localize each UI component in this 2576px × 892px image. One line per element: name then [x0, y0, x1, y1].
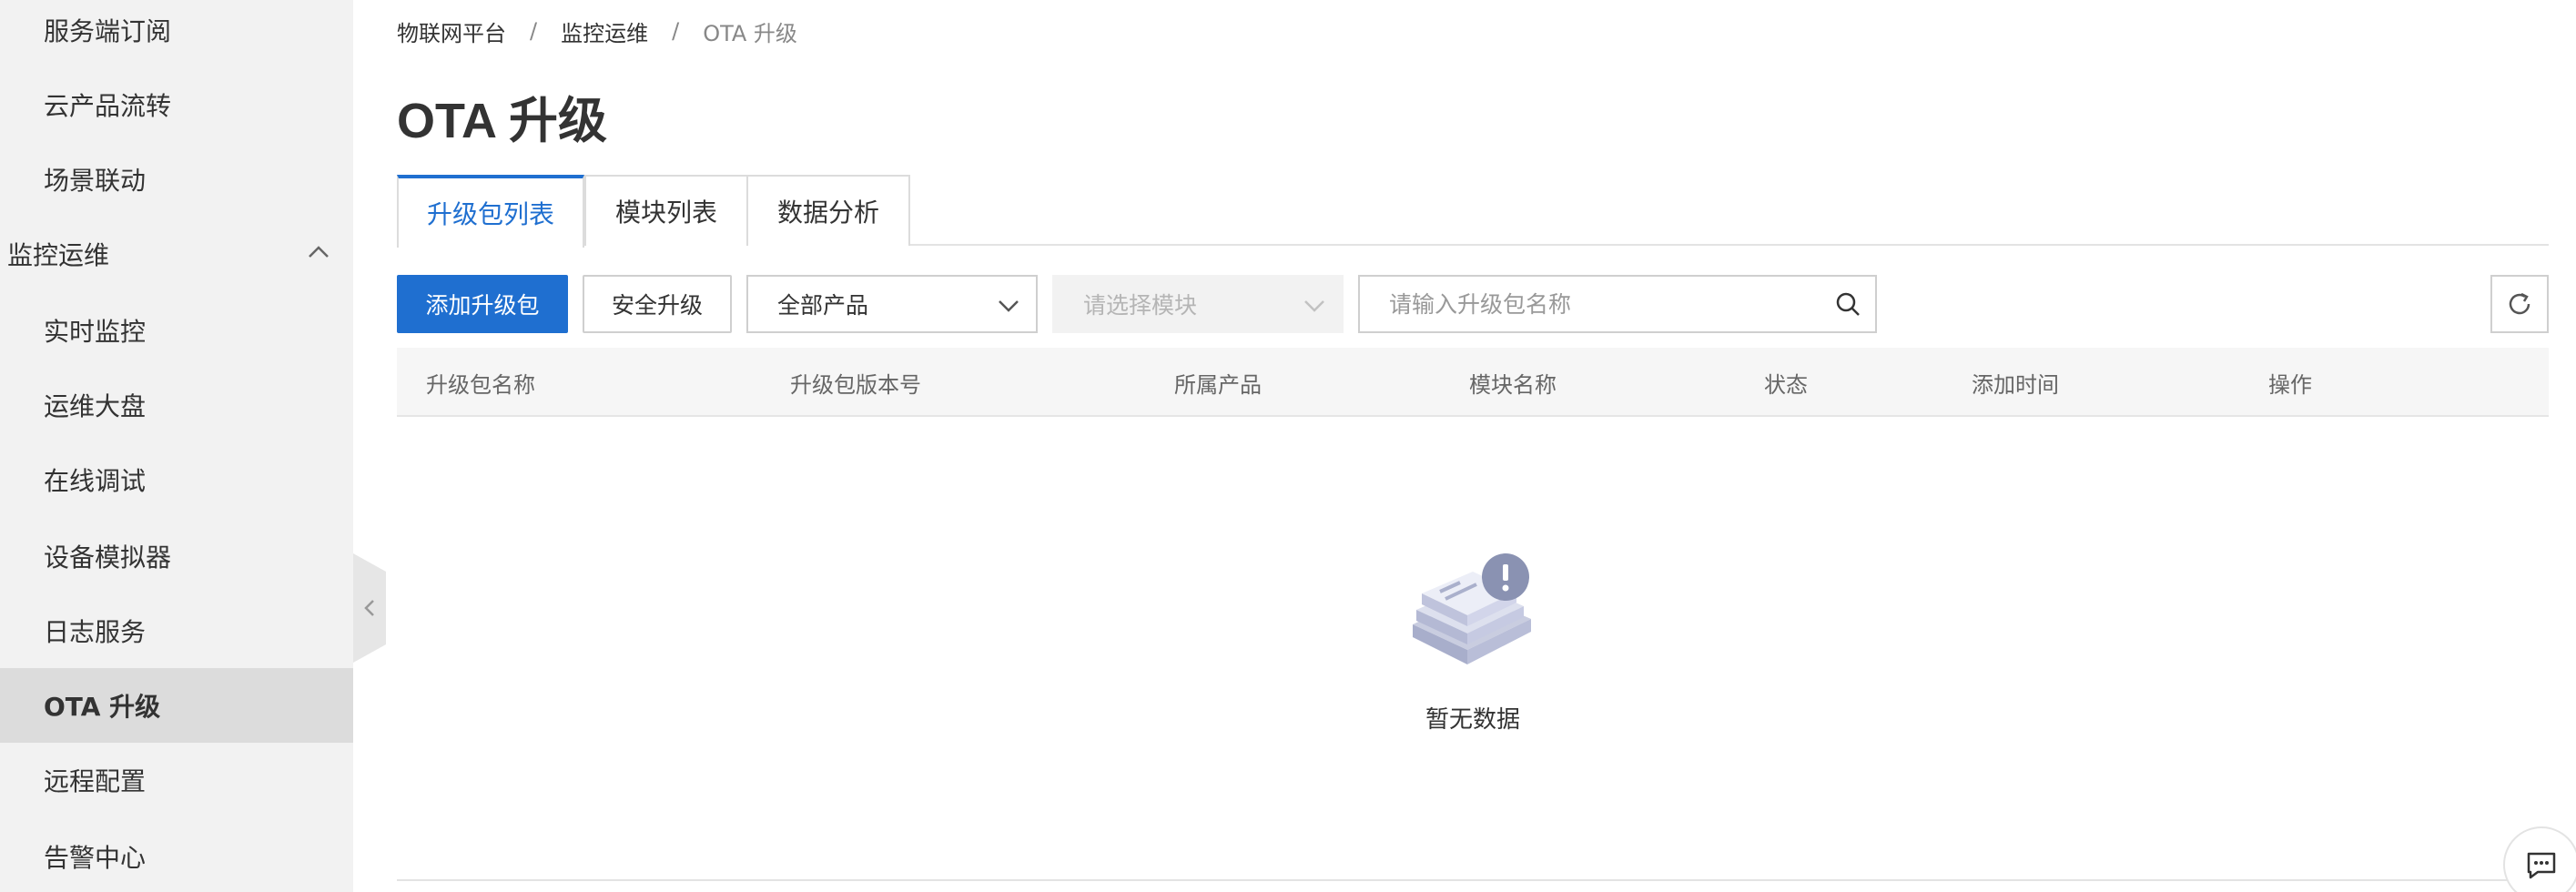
column-header-added-time: 添加时间 [1972, 371, 2059, 398]
sidebar-item-log-service[interactable]: 日志服务 [0, 593, 353, 668]
breadcrumb-separator: / [530, 18, 538, 44]
sidebar-item-online-debug[interactable]: 在线调试 [0, 442, 353, 517]
sidebar-item-alert-center[interactable]: 告警中心 [0, 819, 353, 892]
sidebar-item-label: 运维大盘 [44, 391, 147, 421]
search-icon[interactable] [1833, 289, 1862, 319]
sidebar-item-label: 设备模拟器 [44, 542, 172, 573]
sidebar-item-ops-dashboard[interactable]: 运维大盘 [0, 368, 353, 442]
sidebar-group-monitoring[interactable]: 监控运维 [0, 217, 353, 291]
module-select[interactable]: 请选择模块 [1052, 275, 1344, 333]
module-select-placeholder: 请选择模块 [1083, 292, 1198, 319]
column-header-package-version: 升级包版本号 [790, 371, 921, 398]
tab-package-list[interactable]: 升级包列表 [397, 175, 584, 248]
product-select[interactable]: 全部产品 [746, 275, 1038, 333]
chat-icon [2527, 852, 2556, 879]
sidebar-item-device-simulator[interactable]: 设备模拟器 [0, 519, 353, 593]
sidebar-item-label: OTA 升级 [44, 692, 161, 722]
table-header: 升级包名称 升级包版本号 所属产品 模块名称 状态 添加时间 操作 [397, 348, 2549, 417]
breadcrumb-item-iot-platform[interactable]: 物联网平台 [397, 15, 506, 47]
breadcrumb-item-current: OTA 升级 [703, 20, 797, 46]
sidebar-item-remote-config[interactable]: 远程配置 [0, 743, 353, 817]
chat-button[interactable] [2503, 826, 2576, 892]
sidebar-item-label: 场景联动 [44, 166, 147, 196]
sidebar-item-label: 服务端订阅 [44, 16, 172, 46]
sidebar-group-label: 监控运维 [7, 240, 110, 270]
chevron-up-icon [309, 246, 329, 258]
secure-upgrade-button[interactable]: 安全升级 [583, 275, 732, 333]
sidebar-item-server-subscription[interactable]: 服务端订阅 [0, 0, 353, 67]
empty-state-text: 暂无数据 [1425, 706, 1520, 734]
tab-data-analysis[interactable]: 数据分析 [746, 175, 910, 246]
sidebar-item-cloud-flow[interactable]: 云产品流转 [0, 67, 353, 142]
column-header-module-name: 模块名称 [1469, 371, 1557, 398]
sidebar-item-realtime-monitor[interactable]: 实时监控 [0, 293, 353, 368]
sidebar-item-label: 云产品流转 [44, 91, 172, 121]
tab-bar: 升级包列表 模块列表 数据分析 [397, 175, 2549, 248]
table-bottom-divider [397, 879, 2549, 881]
refresh-button[interactable] [2490, 275, 2549, 333]
search-input[interactable] [1360, 277, 1815, 331]
sidebar-collapse-handle[interactable] [353, 553, 386, 663]
column-header-product: 所属产品 [1174, 371, 1262, 398]
column-header-status: 状态 [1764, 371, 1808, 398]
sidebar-item-label: 告警中心 [44, 843, 147, 873]
refresh-icon [2509, 292, 2530, 315]
product-select-value: 全部产品 [777, 292, 869, 319]
tab-module-list[interactable]: 模块列表 [584, 175, 748, 246]
breadcrumb-item-monitoring[interactable]: 监控运维 [561, 15, 648, 47]
sidebar-item-scene-linkage[interactable]: 场景联动 [0, 142, 353, 217]
page-title: OTA 升级 [397, 94, 607, 148]
sidebar-item-label: 实时监控 [44, 317, 147, 347]
add-package-button[interactable]: 添加升级包 [397, 275, 568, 333]
sidebar-item-ota-upgrade[interactable]: OTA 升级 [0, 668, 353, 743]
package-search [1358, 275, 1877, 333]
column-header-actions: 操作 [2268, 371, 2312, 398]
breadcrumb: 物联网平台 / 监控运维 / OTA 升级 [397, 15, 797, 47]
empty-data-icon [1413, 553, 1531, 664]
sidebar-item-label: 在线调试 [44, 466, 147, 496]
column-header-package-name: 升级包名称 [426, 371, 535, 398]
breadcrumb-separator: / [672, 18, 680, 44]
chevron-down-icon [999, 300, 1019, 312]
chevron-down-icon [1304, 300, 1324, 312]
sidebar: 服务端订阅 云产品流转 场景联动 监控运维 实时监控 运维大盘 在线调试 设备模… [0, 0, 353, 892]
sidebar-item-label: 远程配置 [44, 766, 147, 796]
sidebar-item-label: 日志服务 [44, 617, 147, 647]
